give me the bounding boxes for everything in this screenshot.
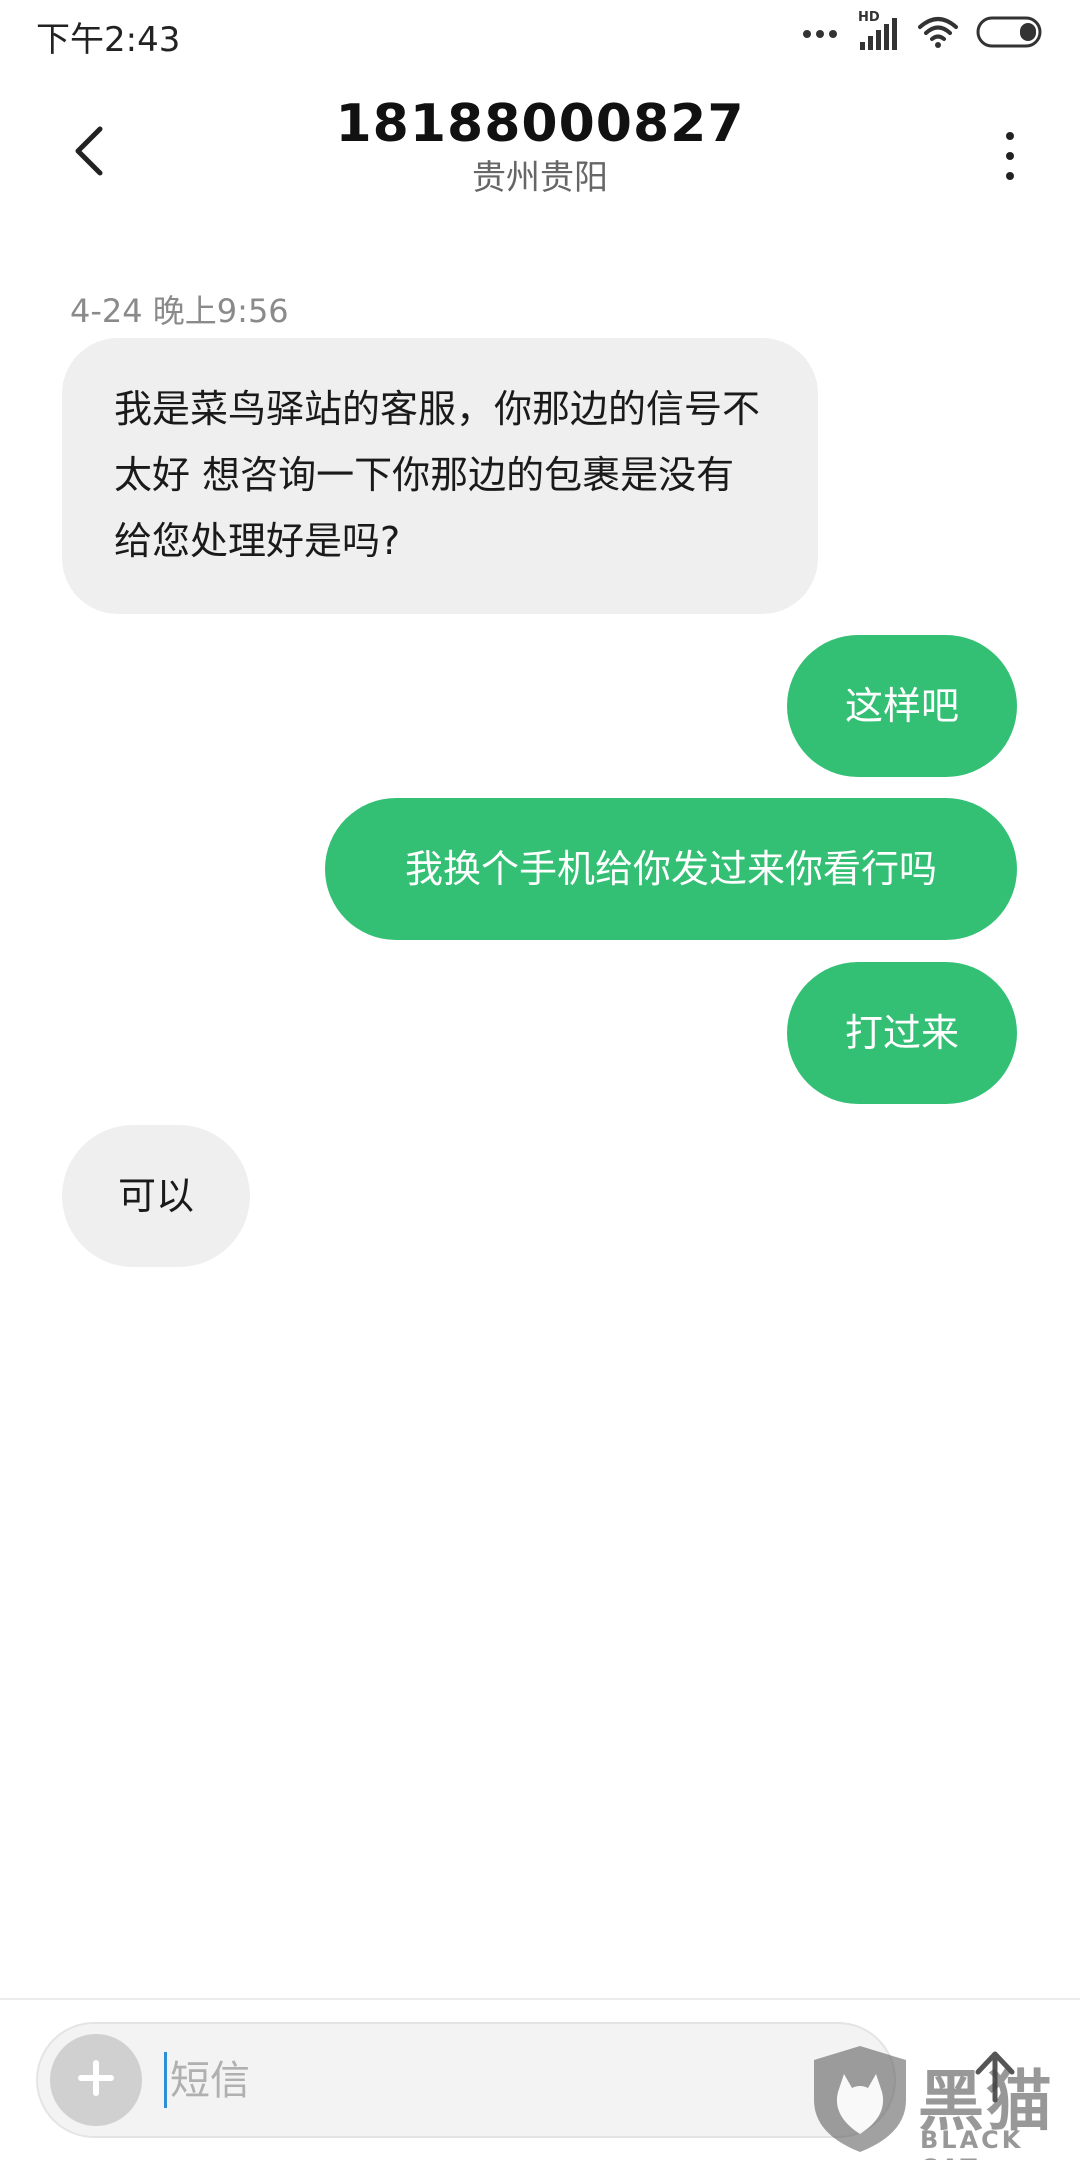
message-bubble-outgoing[interactable]: 这样吧	[787, 635, 1017, 777]
contact-number: 18188000827	[335, 94, 745, 154]
message-input[interactable]	[170, 2046, 730, 2116]
shield-cat-icon	[808, 2042, 912, 2160]
contact-info: 18188000827 贵州贵阳	[200, 92, 880, 200]
signal-icon: HD	[856, 10, 900, 54]
conversation-header: 18188000827 贵州贵阳	[0, 70, 1080, 230]
more-options-button[interactable]	[990, 116, 1030, 196]
message-timestamp: 4-24 晚上9:56	[70, 292, 289, 330]
plus-icon	[74, 2056, 118, 2104]
message-bubble-outgoing[interactable]: 我换个手机给你发过来你看行吗	[325, 798, 1017, 940]
status-time: 下午2:43	[36, 20, 181, 60]
watermark-text-en: BLACK CAT	[920, 2126, 1024, 2160]
message-bubble-incoming[interactable]: 我是菜鸟驿站的客服，你那边的信号不太好 想咨询一下你那边的包裹是没有给您处理好是…	[62, 338, 818, 614]
message-bubble-incoming[interactable]: 可以	[62, 1125, 250, 1267]
text-caret	[164, 2052, 167, 2108]
more-dot-icon	[1006, 152, 1014, 160]
battery-icon	[976, 16, 1046, 52]
sms-conversation-screen: 下午2:43 HD 18188000827 贵州贵阳 4-24 晚上9:56 我…	[0, 0, 1080, 2160]
message-bubble-outgoing[interactable]: 打过来	[787, 962, 1017, 1104]
chevron-left-icon	[70, 125, 106, 181]
status-icons: HD	[802, 10, 1046, 54]
composer-bar	[36, 2022, 896, 2138]
composer-divider	[0, 1998, 1080, 2000]
attach-button[interactable]	[50, 2034, 142, 2126]
wifi-icon	[918, 15, 958, 53]
contact-location: 贵州贵阳	[472, 158, 608, 198]
black-cat-watermark: 黑猫 BLACK CAT	[808, 2040, 1078, 2160]
dots-icon	[802, 25, 838, 44]
more-dot-icon	[1006, 132, 1014, 140]
back-button[interactable]	[58, 118, 118, 188]
status-bar: 下午2:43 HD	[0, 0, 1080, 70]
more-dot-icon	[1006, 172, 1014, 180]
